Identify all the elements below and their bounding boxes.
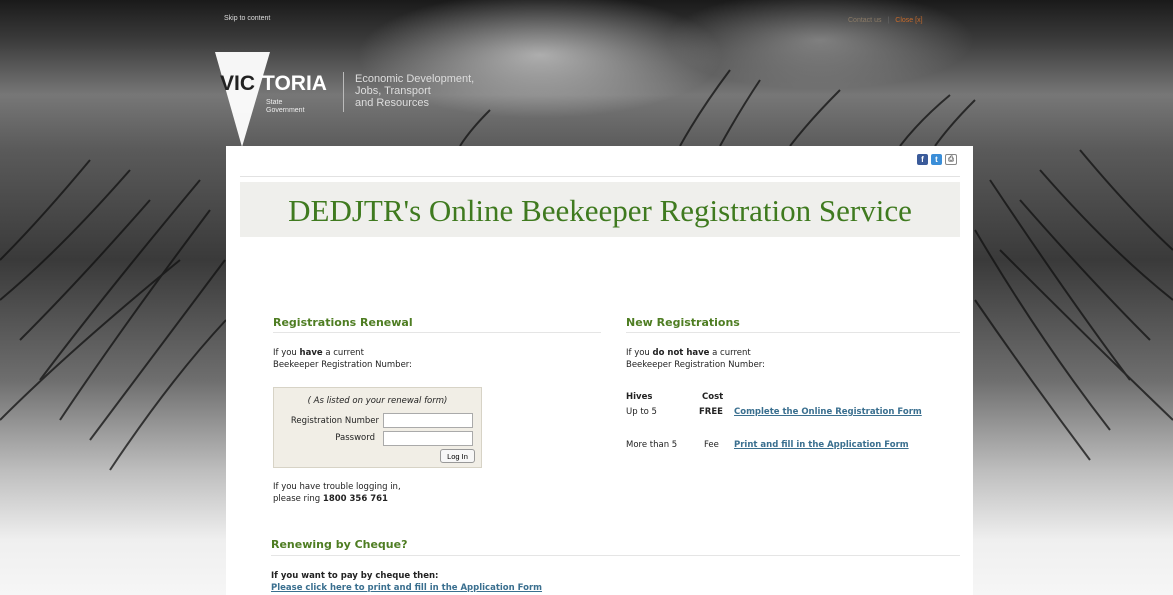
- cheque-link-wrap: Please click here to print and fill in t…: [271, 582, 542, 594]
- login-hint: ( As listed on your renewal form): [307, 396, 448, 406]
- social-links: f t ⎙: [917, 154, 957, 165]
- department-name: Economic Development, Jobs, Transport an…: [355, 73, 474, 109]
- renewal-intro-bold: have: [299, 348, 323, 358]
- log-in-button[interactable]: Log In: [440, 449, 475, 463]
- divider: [273, 332, 601, 333]
- logo-wordmark-right: TORIA: [262, 72, 327, 95]
- cheque-heading: Renewing by Cheque?: [271, 538, 408, 551]
- hives-column-header: Hives: [626, 392, 653, 402]
- row-1-cost: FREE: [699, 407, 723, 417]
- trouble-pre: please ring: [273, 494, 323, 504]
- department-line-3: and Resources: [355, 97, 429, 109]
- new-registrations-heading: New Registrations: [626, 316, 740, 329]
- cheque-line1: If you want to pay by cheque then:: [271, 571, 439, 581]
- login-box: ( As listed on your renewal form) Regist…: [273, 387, 482, 468]
- trouble-phone: 1800 356 761: [322, 494, 388, 504]
- skip-to-content-link[interactable]: Skip to content: [224, 15, 270, 22]
- row-2-hives: More than 5: [626, 440, 678, 450]
- password-input[interactable]: [383, 431, 473, 446]
- print-icon[interactable]: ⎙: [945, 154, 957, 165]
- trouble-text: If you have trouble logging in, please r…: [273, 481, 401, 505]
- divider: [271, 555, 960, 556]
- row-2-cost: Fee: [704, 440, 719, 450]
- renewal-heading: Registrations Renewal: [273, 316, 413, 329]
- row-1-link-wrap: Complete the Online Registration Form: [734, 406, 922, 418]
- new-reg-intro-pre: If you: [626, 348, 653, 358]
- new-reg-intro-line2: Beekeeper Registration Number:: [626, 360, 766, 370]
- logo-divider: [343, 72, 344, 112]
- cost-column-header: Cost: [702, 392, 724, 402]
- trouble-line1: If you have trouble logging in,: [273, 482, 401, 492]
- victoria-logo[interactable]: VIC TORIA State Government: [215, 52, 345, 147]
- renewal-intro-pre: If you: [273, 348, 300, 358]
- new-reg-intro: If you do not have a current Beekeeper R…: [626, 347, 765, 371]
- password-label: Password: [335, 433, 375, 443]
- department-line-1: Economic Development,: [355, 73, 475, 85]
- divider: [626, 332, 960, 333]
- contact-us-link[interactable]: Contact us: [848, 17, 881, 24]
- registration-number-label: Registration Number: [290, 416, 379, 426]
- renewal-intro-line2: Beekeeper Registration Number:: [273, 360, 413, 370]
- title-banner: DEDJTR's Online Beekeeper Registration S…: [240, 182, 960, 237]
- divider: [240, 176, 960, 177]
- print-application-form-link[interactable]: Print and fill in the Application Form: [734, 440, 909, 450]
- new-reg-intro-bold: do not have: [652, 348, 710, 358]
- row-2-link-wrap: Print and fill in the Application Form: [734, 439, 909, 451]
- top-links: Contact us | Close [x]: [848, 17, 923, 24]
- close-link[interactable]: Close [x]: [895, 17, 922, 24]
- complete-online-registration-link[interactable]: Complete the Online Registration Form: [734, 407, 922, 417]
- divider: |: [887, 17, 890, 24]
- renewal-intro-post: a current: [322, 348, 364, 358]
- logo-wordmark-left: VIC: [220, 72, 255, 95]
- logo-government: Government: [266, 107, 305, 114]
- department-line-2: Jobs, Transport: [355, 85, 431, 97]
- new-reg-intro-post: a current: [709, 348, 751, 358]
- logo-state: State: [266, 99, 282, 106]
- registration-number-input[interactable]: [383, 413, 473, 428]
- cheque-application-form-link[interactable]: Please click here to print and fill in t…: [271, 583, 542, 593]
- facebook-icon[interactable]: f: [917, 154, 928, 165]
- row-1-hives: Up to 5: [626, 407, 657, 417]
- twitter-icon[interactable]: t: [931, 154, 942, 165]
- renewal-intro: If you have a current Beekeeper Registra…: [273, 347, 412, 371]
- content-panel: f t ⎙ DEDJTR's Online Beekeeper Registra…: [226, 146, 973, 595]
- page-title: DEDJTR's Online Beekeeper Registration S…: [288, 193, 912, 228]
